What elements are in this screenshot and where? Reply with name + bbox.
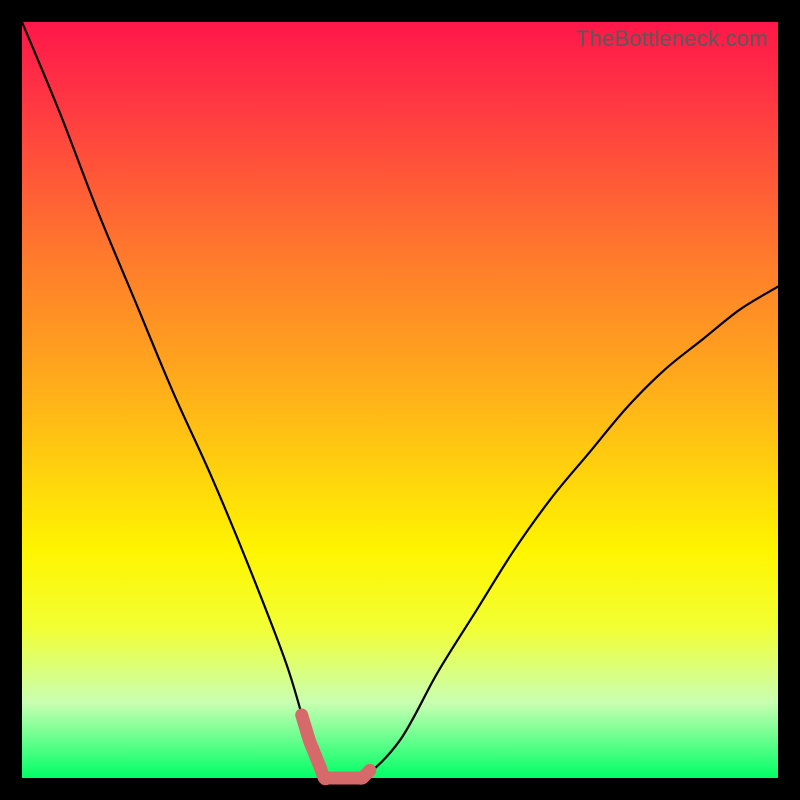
chart-frame: TheBottleneck.com <box>0 0 800 800</box>
bottleneck-curve <box>22 22 778 781</box>
highlight-band <box>302 715 370 779</box>
curve-layer <box>22 22 778 778</box>
plot-area: TheBottleneck.com <box>22 22 778 778</box>
